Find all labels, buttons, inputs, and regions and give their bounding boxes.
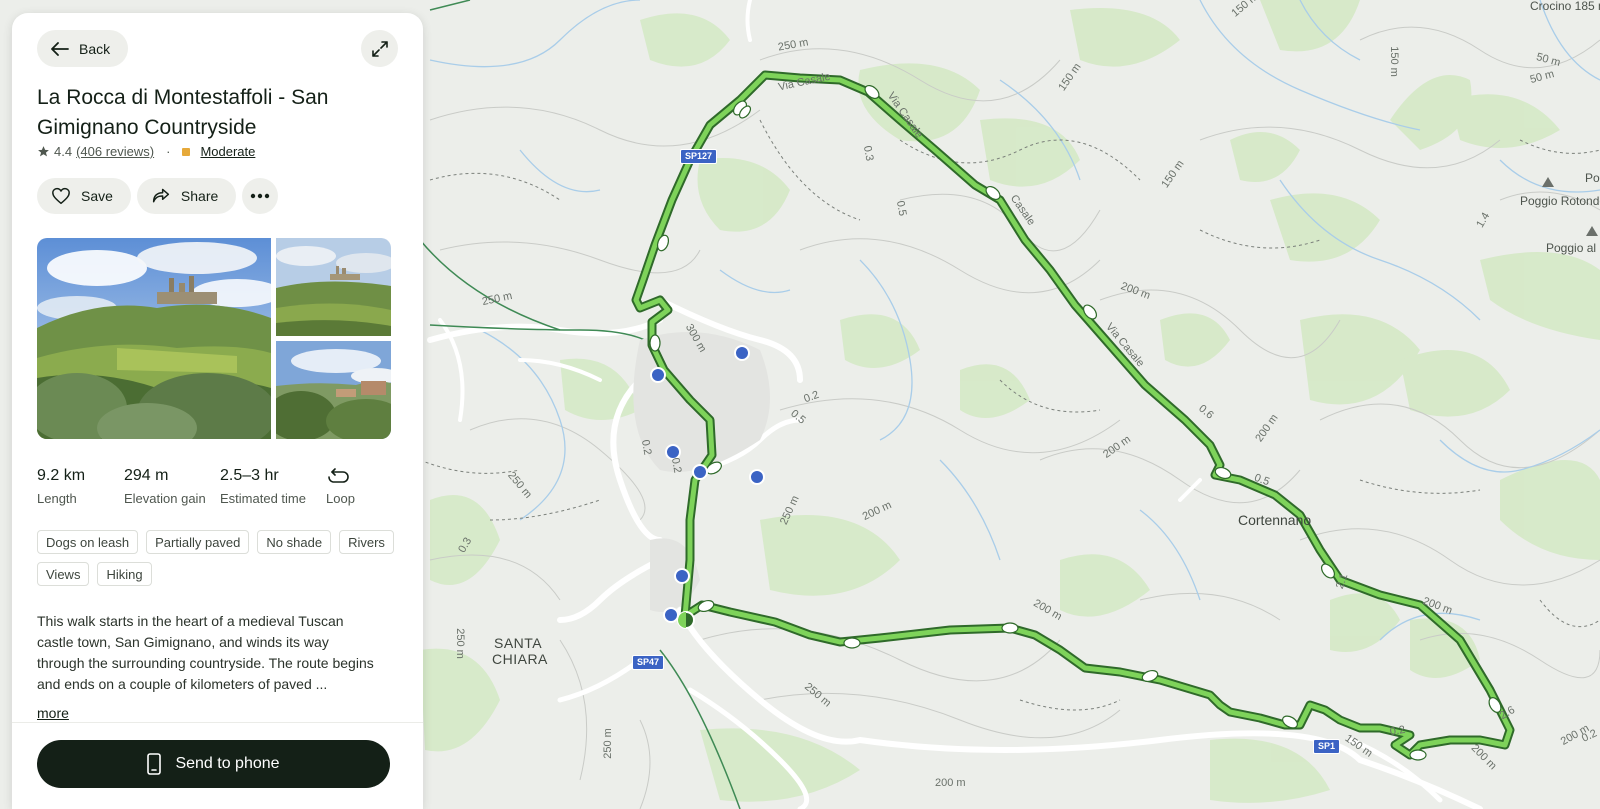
road-shield-sp47: SP47 (632, 655, 665, 670)
trail-photo-main[interactable] (37, 238, 271, 439)
expand-button[interactable] (361, 30, 398, 67)
place-label-santa: SANTA (494, 635, 543, 651)
arrow-left-icon (51, 41, 69, 56)
km-marker: 0.2 (638, 438, 654, 456)
trail-photo-3[interactable] (276, 341, 391, 439)
reviews-link[interactable]: (406 reviews) (76, 144, 154, 159)
difficulty-link[interactable]: Moderate (200, 144, 255, 159)
start-marker (677, 611, 695, 629)
km-marker: 0.2 (668, 456, 684, 474)
km-marker: 0.5 (893, 199, 909, 217)
km-marker: 0.3 (860, 144, 876, 162)
stat-time-label: Estimated time (220, 491, 306, 506)
action-row: Save Share (37, 178, 279, 214)
ellipsis-icon (251, 193, 270, 199)
trail-details-panel: Back La Rocca di Montestaffoli - San Gim… (12, 13, 423, 809)
place-label-chiara: CHIARA (492, 651, 548, 667)
photo-san-gimignano-hills (37, 238, 271, 439)
photo-towers-view (276, 238, 391, 336)
trail-tags: Dogs on leash Partially paved No shade R… (37, 530, 397, 586)
expand-icon (371, 40, 388, 57)
panel-footer: Send to phone (12, 722, 423, 809)
photo-village-view (276, 341, 391, 439)
forest-areas (420, 0, 1600, 803)
trail-stats: 9.2 km Length 294 m Elevation gain 2.5–3… (37, 465, 386, 506)
tag-chip[interactable]: Views (37, 562, 90, 586)
stat-elevation: 294 m Elevation gain (124, 465, 220, 506)
trail-title: La Rocca di Montestaffoli - San Gimignan… (37, 86, 329, 139)
contour-label: 250 m (453, 628, 466, 659)
stat-time-value: 2.5–3 hr (220, 467, 279, 484)
stat-route-type-value (326, 465, 386, 487)
stat-length-label: Length (37, 491, 77, 506)
star-icon (38, 146, 49, 157)
share-button[interactable]: Share (136, 178, 237, 214)
loop-icon (328, 468, 349, 483)
stat-elevation-value: 294 m (124, 467, 169, 484)
send-to-phone-button[interactable]: Send to phone (37, 740, 390, 788)
contour-label: 200 m (935, 777, 966, 789)
save-button[interactable]: Save (37, 178, 131, 214)
share-button-label: Share (180, 188, 219, 204)
road-shield-sp1: SP1 (1313, 739, 1341, 754)
tag-chip[interactable]: Partially paved (146, 530, 250, 554)
save-button-label: Save (81, 188, 113, 204)
stat-elevation-label: Elevation gain (124, 491, 206, 506)
send-to-phone-label: Send to phone (175, 755, 280, 772)
place-label-po: Po (1585, 171, 1600, 185)
back-button-label: Back (79, 40, 111, 57)
place-label-cortennano: Cortennano (1238, 512, 1312, 528)
share-icon (152, 188, 170, 203)
peak-label-poggio-al: Poggio al 174 (1546, 242, 1600, 255)
trail-photo-2[interactable] (276, 238, 391, 336)
heart-icon (52, 187, 70, 205)
more-link[interactable]: more (37, 705, 69, 721)
photo-gallery (37, 238, 391, 439)
tag-chip[interactable]: Dogs on leash (37, 530, 139, 554)
tag-chip[interactable]: Hiking (97, 562, 152, 586)
stat-length: 9.2 km Length (37, 465, 124, 506)
separator-dot: · (166, 144, 171, 159)
stat-route-type: Loop (326, 465, 386, 506)
contour-label: 150 m (1387, 46, 1400, 77)
back-button[interactable]: Back (37, 30, 129, 67)
stat-route-type-label: Loop (326, 491, 355, 506)
peak-label-crocino: Crocino 185 m (1530, 0, 1600, 13)
tag-chip[interactable]: Rivers (339, 530, 394, 554)
more-options-button[interactable] (242, 178, 279, 214)
stat-time: 2.5–3 hr Estimated time (220, 465, 326, 506)
phone-icon (147, 753, 162, 775)
difficulty-indicator (182, 147, 191, 156)
trail-description: This walk starts in the heart of a medie… (37, 613, 374, 692)
rating-value: 4.4 (54, 144, 73, 159)
contour-label: 250 m (601, 728, 614, 759)
tag-chip[interactable]: No shade (257, 530, 332, 554)
rating-row: 4.4 (406 reviews) · Moderate (37, 144, 255, 159)
road-shield-sp127: SP127 (680, 149, 718, 164)
stat-length-value: 9.2 km (37, 467, 86, 484)
peak-label-poggio-rotondo: Poggio Rotondo 154 m (1520, 194, 1600, 208)
